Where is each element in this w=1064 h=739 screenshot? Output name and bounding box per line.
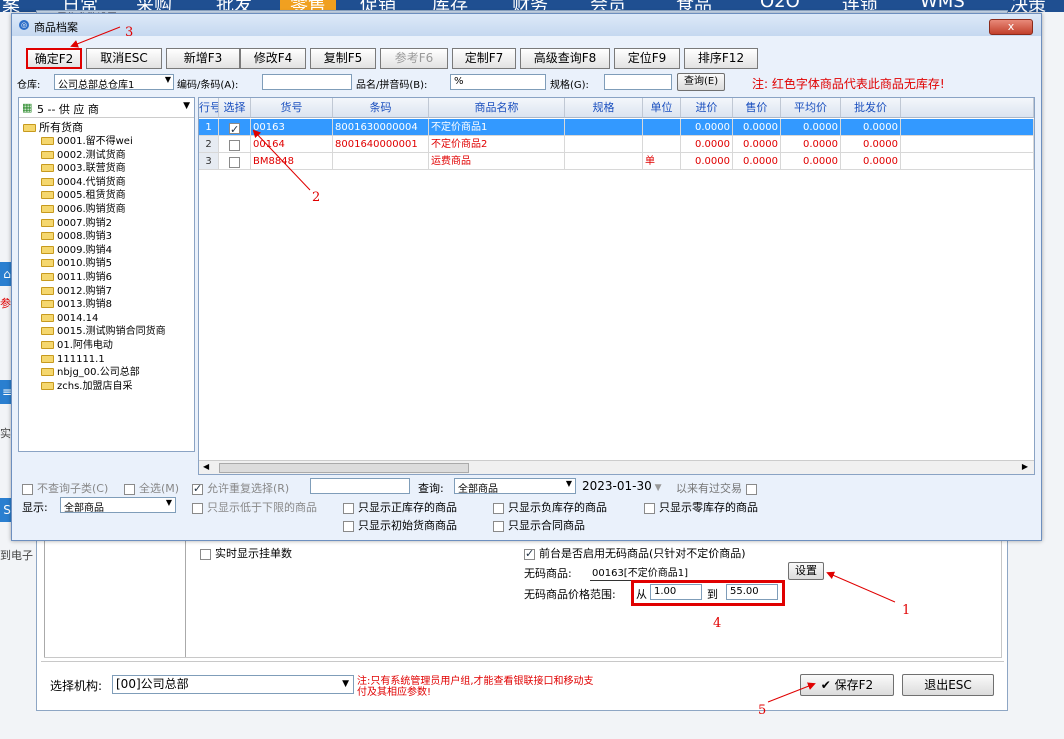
arrow-2 (252, 129, 311, 191)
annotation-4: 4 (713, 616, 722, 631)
arrow-3 (70, 26, 121, 48)
annotation-3: 3 (125, 25, 134, 40)
annotation-2: 2 (312, 190, 321, 205)
arrow-1 (826, 571, 896, 603)
annotation-1: 1 (902, 603, 911, 618)
annotation-arrows (70, 26, 896, 703)
arrow-5 (767, 682, 816, 703)
annotation-5: 5 (758, 703, 767, 718)
